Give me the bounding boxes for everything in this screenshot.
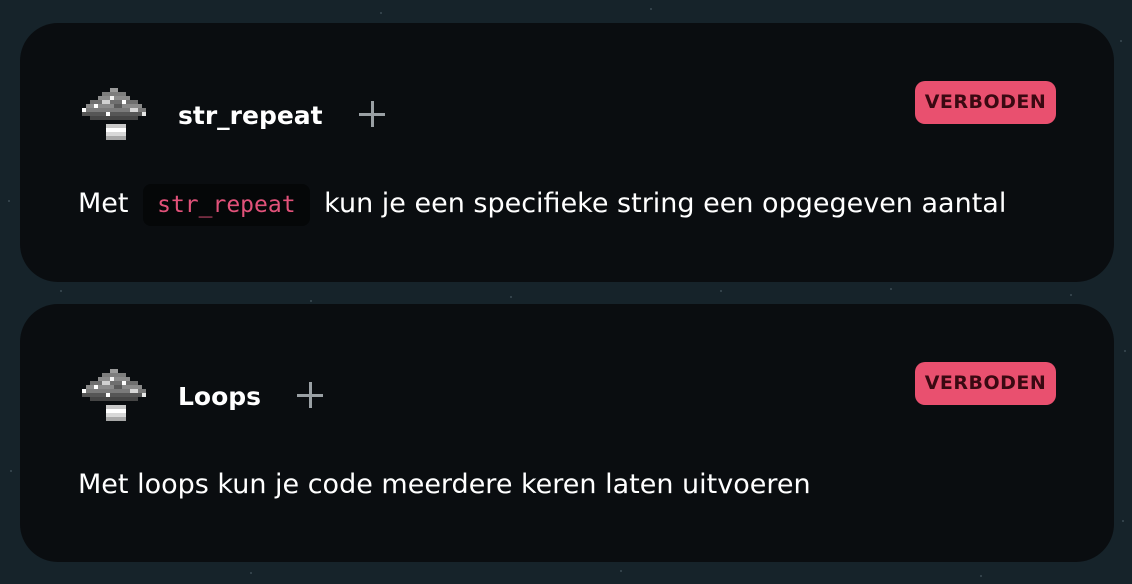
status-badge: VERBODEN: [915, 362, 1056, 405]
pixel-mushroom-icon: [82, 87, 146, 145]
restriction-card-loops: Loops VERBODEN Met loops kun je code mee…: [20, 304, 1114, 562]
description-text: Met: [78, 188, 129, 219]
item-description: Met loops kun je code meerdere keren lat…: [78, 469, 811, 500]
plus-icon[interactable]: [359, 101, 385, 127]
inline-code: str_repeat: [143, 183, 310, 226]
description-text: kun je een specifieke string een opgegev…: [324, 188, 1007, 219]
status-badge: VERBODEN: [915, 81, 1056, 124]
restriction-card-str-repeat: str_repeat VERBODEN Met str_repeat kun j…: [20, 23, 1114, 282]
item-description: Met str_repeat kun je een specifieke str…: [78, 181, 1006, 227]
pixel-mushroom-icon: [82, 368, 146, 426]
item-title: Loops: [178, 382, 262, 411]
item-title: str_repeat: [178, 101, 323, 130]
plus-icon[interactable]: [297, 382, 323, 408]
